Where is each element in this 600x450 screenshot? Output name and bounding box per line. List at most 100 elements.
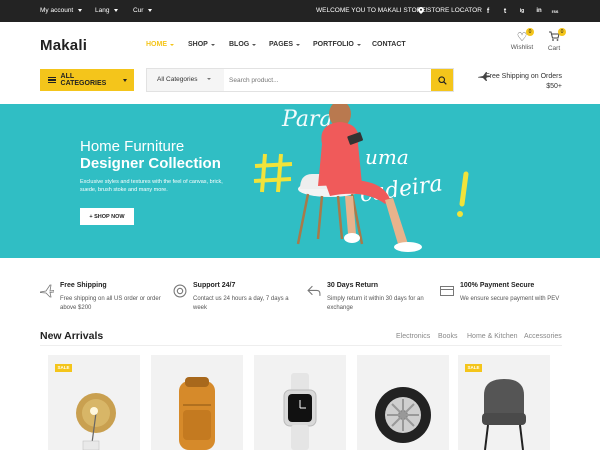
feature-title: 30 Days Return [327,282,378,289]
nav-blog[interactable]: BLOG [229,41,257,48]
search-button[interactable] [431,69,453,91]
facebook-icon[interactable]: f [483,6,493,16]
currency-label: Cur [133,7,144,14]
cart-count-badge: 0 [558,28,566,36]
tab-electronics[interactable]: Electronics [396,333,430,340]
nav-home[interactable]: HOME [146,41,174,48]
nav-contact-label: CONTACT [372,41,406,48]
wishlist-count-badge: 0 [526,28,534,36]
woman-sneaker [394,242,422,252]
tab-accessories[interactable]: Accessories [524,333,562,340]
nav-home-label: HOME [146,41,167,48]
all-categories-button[interactable]: ALL CATEGORIES [40,69,134,91]
chevron-down-icon [78,9,83,12]
nav-portfolio[interactable]: PORTFOLIO [313,41,361,48]
hero-banner: Para uma cadeira Home Furniture Designer… [0,104,600,258]
nav-contact[interactable]: CONTACT [372,41,406,48]
free-shipping-promo: Free Shipping on Orders $50+ [478,72,562,92]
sale-badge: SALE [465,364,482,372]
store-locator-label: STORE LOCATOR [427,7,482,14]
section-divider [40,345,562,346]
chevron-down-icon [114,9,119,12]
shipping-promo-line1: Free Shipping on Orders [485,73,562,80]
feature-title: Free Shipping [60,282,107,289]
nav-pages[interactable]: PAGES [269,41,300,48]
shop-now-button[interactable]: + SHOP NOW [80,208,134,225]
cart-label: Cart [547,45,561,52]
wishlist-button[interactable]: ♡ 0 Wishlist [507,28,537,51]
nav-shop-label: SHOP [188,41,208,48]
nav-pages-label: PAGES [269,41,293,48]
card-icon [440,286,454,296]
chair-leg [316,195,324,240]
chair-leg [296,193,310,245]
account-dropdown[interactable]: My account [40,7,83,14]
top-bar: My account Lang Cur WELCOME YOU TO MAKAL… [0,0,600,22]
hero-title: Home Furniture [80,138,185,155]
product-card-chair[interactable]: SALE [458,355,550,450]
twitter-icon[interactable]: t [500,6,510,16]
hero-subtitle: Designer Collection [80,155,221,172]
store-locator-link[interactable]: STORE LOCATOR [418,7,482,14]
nav-portfolio-label: PORTFOLIO [313,41,354,48]
hashtag-shape [253,153,293,193]
feature-title: Support 24/7 [193,282,236,289]
account-label: My account [40,7,74,14]
watch-image [283,373,317,450]
search-bar: All Categories [146,68,454,92]
lifebuoy-icon [173,284,187,298]
cart-button[interactable]: 0 Cart [539,28,569,52]
exclamation-shape [459,171,469,207]
rss-icon[interactable]: rss [550,6,560,16]
wishlist-label: Wishlist [510,44,534,51]
search-icon [437,75,447,85]
logo[interactable]: Makali [40,37,87,54]
welcome-label: WELCOME YOU TO MAKALI STORE! [316,7,428,14]
chevron-down-icon [170,43,174,46]
all-categories-label: ALL CATEGORIES [60,73,107,87]
chevron-down-icon [356,43,361,46]
shipping-promo-line2: $50+ [546,83,562,90]
features-strip: Free Shipping Free shipping on all US or… [0,258,600,322]
chair-leg [336,195,344,240]
tab-books[interactable]: Books [438,333,457,340]
chevron-down-icon [210,43,215,46]
product-card-tire[interactable] [357,355,449,450]
tab-home-kitchen[interactable]: Home & Kitchen [467,333,518,340]
hero-script-text: uma [365,145,409,169]
plane-icon [40,284,54,298]
sale-badge: SALE [55,364,72,372]
product-card-backpack[interactable] [151,355,243,450]
feature-title: 100% Payment Secure [460,282,535,289]
woman-leg [385,198,408,244]
menu-icon [48,77,56,83]
chevron-down-icon [252,43,257,46]
category-select[interactable]: All Categories [147,69,224,91]
location-pin-icon [418,7,424,14]
chevron-down-icon [296,43,300,46]
tire-image [375,387,431,443]
language-dropdown[interactable]: Lang [95,7,119,14]
instagram-icon[interactable]: ig [517,6,527,16]
feature-description: Free shipping on all US order or order a… [60,296,161,311]
woman-dress [318,122,362,186]
feature-description: Simply return it within 30 days for an e… [327,296,424,311]
category-select-label: All Categories [157,76,198,83]
chevron-down-icon [148,9,153,12]
return-icon [307,285,321,296]
product-card-lamp[interactable]: SALE [48,355,140,450]
currency-dropdown[interactable]: Cur [133,7,153,14]
linkedin-icon[interactable]: in [534,6,544,16]
chevron-down-icon [123,78,127,82]
nav-shop[interactable]: SHOP [188,41,215,48]
woman-sneaker [344,233,360,243]
feature-description: Contact us 24 hours a day, 7 days a week [193,296,289,311]
welcome-text: WELCOME YOU TO MAKALI STORE! [316,7,428,14]
search-input[interactable] [229,71,429,89]
product-card-watch[interactable] [254,355,346,450]
hero-description: Exclusive styles and textures with the f… [80,179,223,193]
main-header: Makali HOME SHOP BLOG PAGES PORTFOLIO CO… [0,22,600,68]
section-title: New Arrivals [40,330,104,342]
chevron-down-icon [207,78,212,81]
language-label: Lang [95,7,110,14]
